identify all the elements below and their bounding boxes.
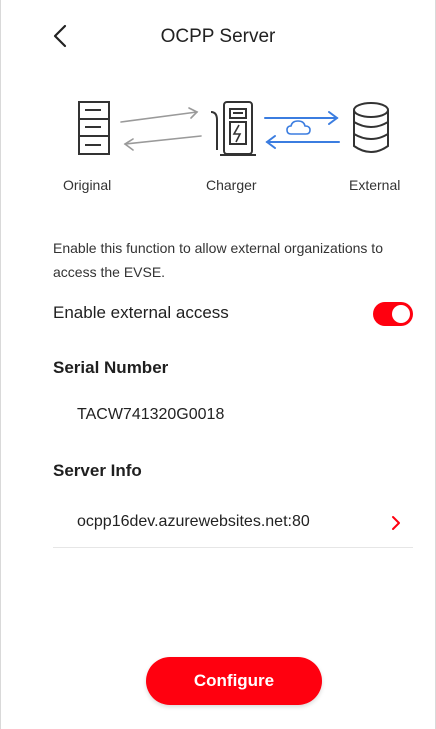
server-info-row[interactable]: ocpp16dev.azurewebsites.net:80 bbox=[53, 505, 413, 548]
page-title: OCPP Server bbox=[160, 26, 276, 47]
ev-charger-icon bbox=[210, 101, 256, 156]
external-access-row: Enable external access bbox=[53, 300, 417, 328]
ocpp-server-screen: OCPP Server Original Charger External En… bbox=[0, 0, 436, 729]
server-info-value: ocpp16dev.azurewebsites.net:80 bbox=[77, 513, 310, 530]
charger-label: Charger bbox=[206, 177, 257, 193]
header: OCPP Server bbox=[1, 0, 435, 72]
arrows-cloud-blue-icon bbox=[264, 111, 340, 149]
server-info-title: Server Info bbox=[53, 461, 142, 480]
external-access-label: Enable external access bbox=[53, 303, 229, 322]
external-access-toggle[interactable] bbox=[373, 302, 413, 326]
toggle-knob bbox=[392, 305, 410, 323]
connection-diagram bbox=[78, 101, 389, 156]
function-description: Enable this function to allow external o… bbox=[53, 240, 383, 280]
serial-number-value: TACW741320G0018 bbox=[77, 406, 225, 423]
database-icon bbox=[353, 102, 389, 153]
serial-number-title: Serial Number bbox=[53, 358, 169, 377]
original-label: Original bbox=[63, 177, 112, 193]
configure-button[interactable]: Configure bbox=[146, 657, 322, 705]
external-label: External bbox=[349, 177, 401, 193]
arrows-gray-icon bbox=[120, 107, 202, 151]
chevron-right-icon bbox=[392, 516, 400, 530]
server-rack-icon bbox=[78, 101, 110, 155]
